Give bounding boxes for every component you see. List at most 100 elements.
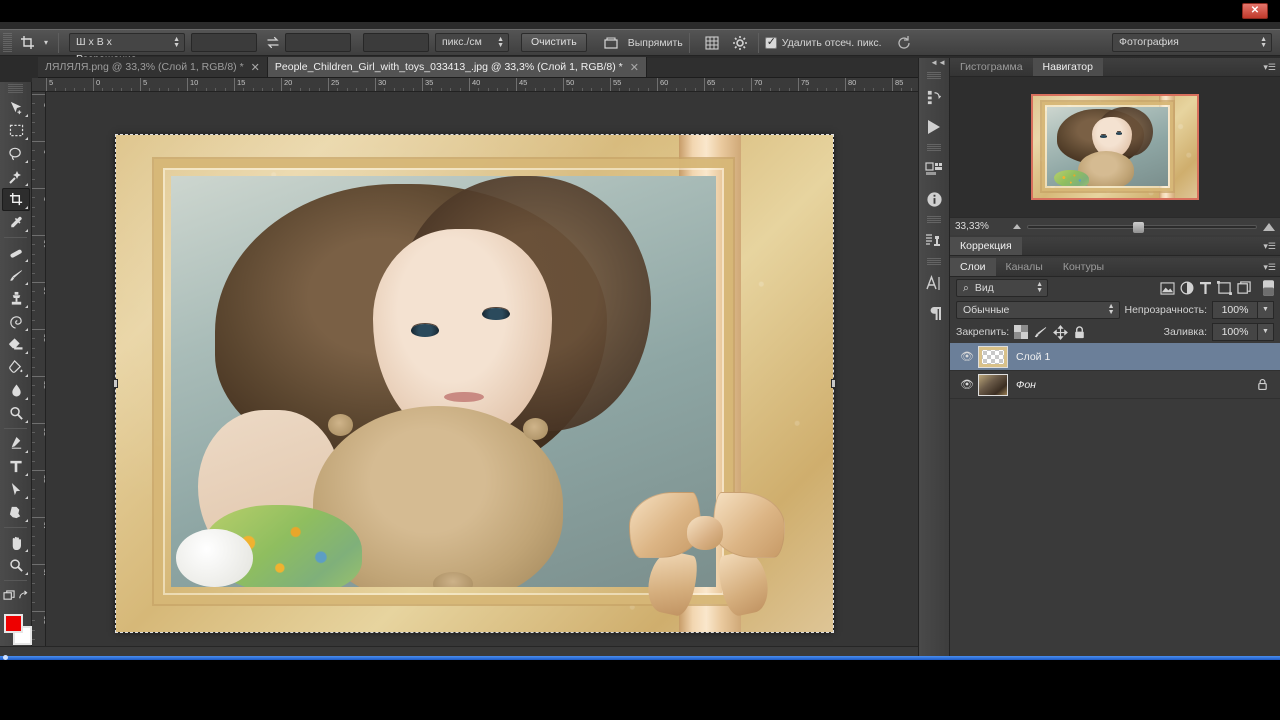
swap-arrows-icon[interactable]: [261, 32, 285, 54]
chevron-down-icon[interactable]: ▾: [40, 38, 52, 47]
close-button[interactable]: ✕: [1242, 3, 1268, 19]
tab-paths[interactable]: Контуры: [1053, 258, 1114, 276]
layer-name[interactable]: Слой 1: [1016, 351, 1274, 363]
paragraph-icon[interactable]: [919, 298, 949, 328]
rectangular-marquee-tool[interactable]: [2, 119, 30, 142]
chevron-down-icon[interactable]: ▼: [1258, 323, 1274, 341]
canvas-area[interactable]: [46, 92, 918, 646]
delete-clipped-pixels-checkbox[interactable]: [764, 35, 777, 49]
path-selection-tool[interactable]: [2, 478, 30, 501]
zoom-slider[interactable]: [1027, 221, 1257, 233]
table-row[interactable]: 👁 Слой 1: [950, 343, 1280, 371]
fill-control[interactable]: 100% ▼: [1212, 323, 1274, 341]
blend-mode-select[interactable]: Обычные ▲ ▼: [956, 301, 1120, 319]
straighten-label[interactable]: Выпрямить: [628, 37, 683, 49]
crop-resolution-input[interactable]: [363, 33, 429, 52]
panel-menu-icon[interactable]: ▾☰: [1263, 262, 1276, 273]
close-icon[interactable]: ✕: [630, 61, 639, 74]
type-filter-icon[interactable]: [1199, 281, 1212, 295]
crop-size-select[interactable]: Ш x В x Разрешение ▲▼: [69, 33, 185, 65]
toolbox-grip[interactable]: [8, 84, 23, 94]
crop-height-input[interactable]: [285, 33, 351, 52]
crop-tool[interactable]: [2, 188, 30, 211]
zoom-value[interactable]: 33,33%: [955, 221, 1007, 232]
blur-tool[interactable]: [2, 379, 30, 402]
dock-collapse-icon[interactable]: ◄◄: [919, 58, 949, 70]
navigator-thumbnail[interactable]: [1031, 94, 1199, 200]
tool-presets-icon[interactable]: [919, 226, 949, 256]
zoom-out-icon[interactable]: [1013, 224, 1021, 229]
character-icon[interactable]: [919, 268, 949, 298]
crop-handle-left[interactable]: [113, 379, 118, 388]
screen-mode-tools[interactable]: [2, 584, 30, 607]
history-icon[interactable]: [919, 82, 949, 112]
shape-tool[interactable]: [2, 501, 30, 524]
smart-object-filter-icon[interactable]: [1237, 281, 1252, 295]
close-icon[interactable]: ✕: [251, 61, 260, 74]
dock-grip-4[interactable]: [927, 258, 941, 266]
foreground-color-swatch[interactable]: [4, 614, 23, 633]
chevron-down-icon[interactable]: ▼: [1258, 301, 1274, 319]
document-tab-lyalyalya[interactable]: ЛЯЛЯЛЯ.png @ 33,3% (Слой 1, RGB/8) * ✕: [38, 57, 268, 77]
eyedropper-tool[interactable]: [2, 211, 30, 234]
crop-icon[interactable]: [16, 32, 40, 54]
lock-all-icon[interactable]: [1073, 325, 1086, 340]
zoom-tool[interactable]: [2, 554, 30, 577]
dock-grip-1[interactable]: [927, 72, 941, 80]
mini-bridge-icon[interactable]: [919, 154, 949, 184]
lock-transparency-icon[interactable]: [1014, 325, 1029, 339]
crop-width-input[interactable]: [191, 33, 257, 52]
type-tool[interactable]: [2, 455, 30, 478]
history-brush-tool[interactable]: [2, 310, 30, 333]
pen-tool[interactable]: [2, 432, 30, 455]
magic-wand-tool[interactable]: [2, 165, 30, 188]
opacity-value[interactable]: 100%: [1212, 301, 1258, 319]
panel-menu-icon[interactable]: ▾☰: [1263, 62, 1276, 73]
document-canvas[interactable]: [113, 134, 836, 633]
actions-play-icon[interactable]: [919, 112, 949, 142]
clear-button[interactable]: Очистить: [521, 33, 587, 52]
opacity-control[interactable]: 100% ▼: [1212, 301, 1274, 319]
document-tab-people-children[interactable]: People_Children_Girl_with_toys_033413_.j…: [267, 57, 647, 77]
tab-channels[interactable]: Каналы: [996, 258, 1053, 276]
gradient-tool[interactable]: [2, 356, 30, 379]
adjustment-filter-icon[interactable]: [1180, 281, 1194, 295]
workspace-select[interactable]: Фотография ▲ ▼: [1112, 33, 1272, 52]
panel-menu-icon[interactable]: ▾☰: [1263, 241, 1276, 252]
gear-icon[interactable]: [728, 32, 752, 54]
eraser-tool[interactable]: [2, 333, 30, 356]
layer-visibility-icon[interactable]: 👁: [956, 378, 978, 391]
straighten-icon[interactable]: [599, 32, 623, 54]
move-tool[interactable]: [2, 96, 30, 119]
healing-brush-tool[interactable]: [2, 241, 30, 264]
dock-grip-3[interactable]: [927, 216, 941, 224]
dodge-tool[interactable]: [2, 402, 30, 425]
table-row[interactable]: 👁 Фон: [950, 371, 1280, 399]
lock-position-icon[interactable]: [1053, 324, 1069, 340]
reset-icon[interactable]: [892, 32, 916, 54]
layer-name[interactable]: Фон: [1016, 379, 1257, 391]
dock-grip-2[interactable]: [927, 144, 941, 152]
resolution-unit-select[interactable]: пикс./см ▲ ▼: [435, 33, 509, 52]
lasso-tool[interactable]: [2, 142, 30, 165]
brush-tool[interactable]: [2, 264, 30, 287]
layer-filter-select[interactable]: ⌕ Вид ▲ ▼: [956, 279, 1048, 297]
layer-thumbnail[interactable]: [978, 373, 1008, 396]
lock-image-icon[interactable]: [1033, 325, 1048, 340]
layer-visibility-icon[interactable]: 👁: [956, 350, 978, 363]
options-bar-grip[interactable]: [3, 32, 12, 53]
shape-filter-icon[interactable]: [1217, 281, 1232, 295]
zoom-in-icon[interactable]: [1263, 222, 1275, 231]
hand-tool[interactable]: [2, 531, 30, 554]
clone-stamp-tool[interactable]: [2, 287, 30, 310]
pixels-filter-icon[interactable]: [1160, 281, 1175, 295]
navigator-preview[interactable]: [950, 77, 1280, 217]
filter-power-icon[interactable]: [1263, 280, 1274, 296]
tab-navigator[interactable]: Навигатор: [1032, 58, 1103, 76]
tab-layers[interactable]: Слои: [950, 258, 996, 276]
color-swatches[interactable]: [0, 611, 32, 651]
info-icon[interactable]: [919, 184, 949, 214]
tab-adjustments[interactable]: Коррекция: [950, 237, 1022, 255]
grid-overlay-icon[interactable]: [700, 32, 724, 54]
crop-handle-right[interactable]: [831, 379, 836, 388]
